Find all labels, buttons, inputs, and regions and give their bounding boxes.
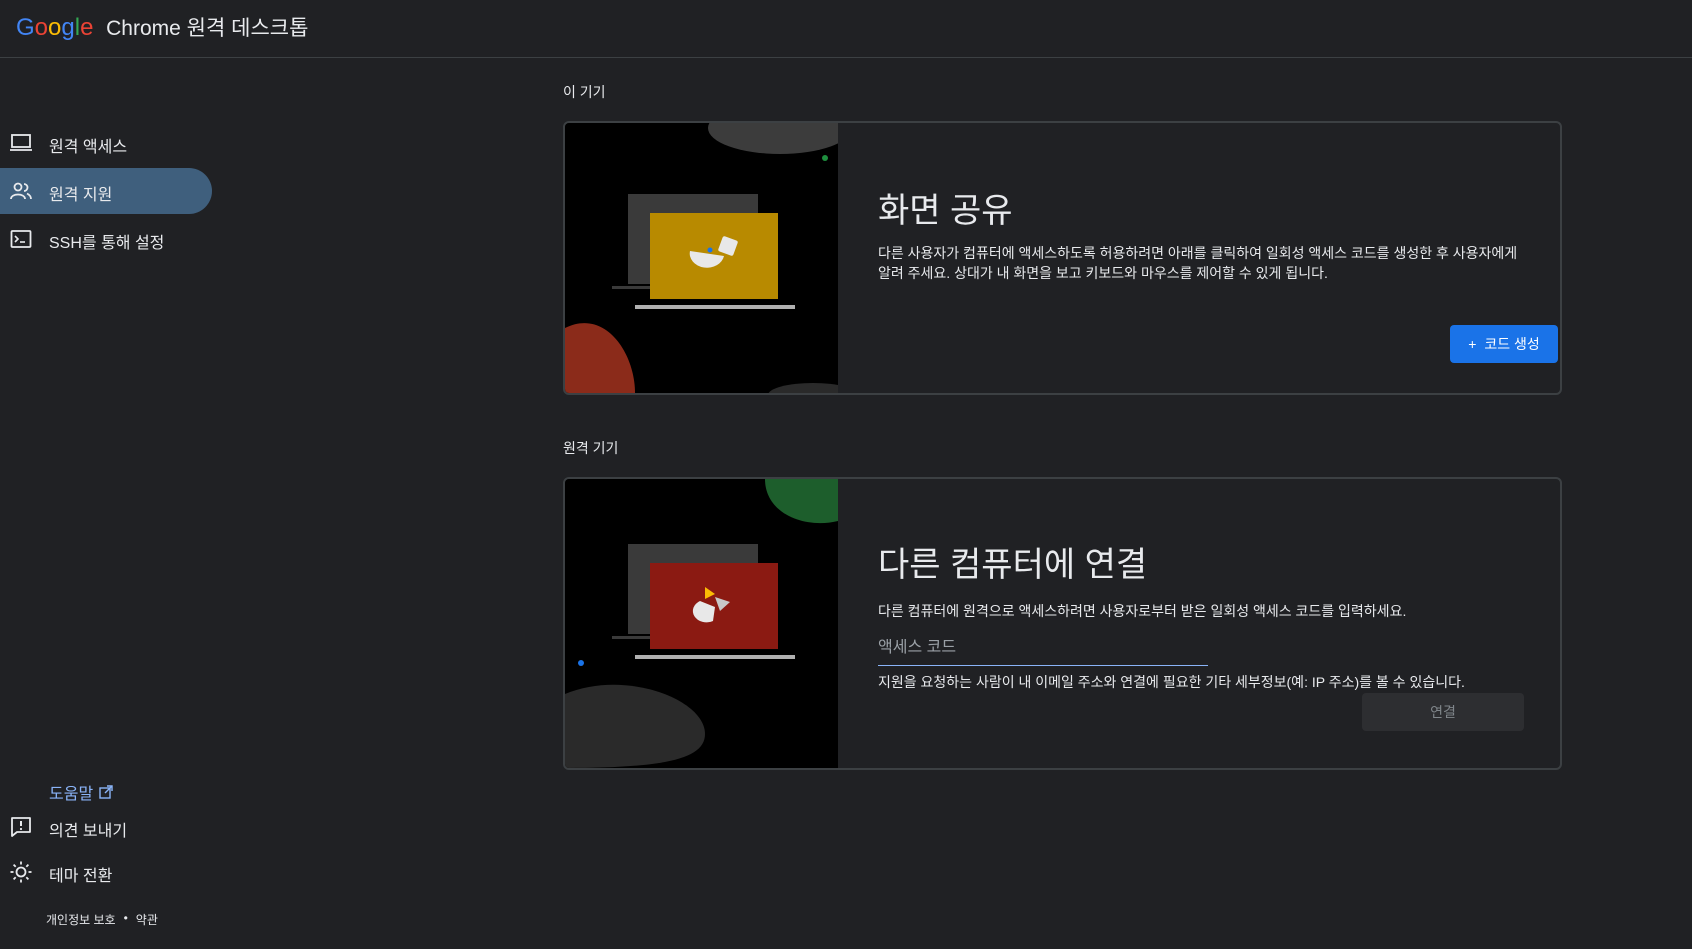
logo-letter: g (61, 14, 75, 41)
sidebar-item-ssh-setup[interactable]: SSH를 통해 설정 (0, 216, 212, 262)
sidebar-item-label: 원격 지원 (49, 187, 113, 204)
share-description: 다른 사용자가 컴퓨터에 액세스하도록 허용하려면 아래를 클릭하여 일회성 액… (878, 245, 1518, 281)
open-in-new-icon (99, 785, 113, 799)
logo-letter: e (80, 14, 94, 41)
app-header: Google Chrome 원격 데스크톱 (0, 0, 1692, 58)
logo-letter: G (16, 14, 35, 41)
help-label: 도움말 (49, 786, 94, 803)
privacy-link[interactable]: 개인정보 보호 (46, 911, 116, 928)
connect-heading: 다른 컴퓨터에 연결 (878, 546, 1148, 584)
logo-letter: o (48, 14, 62, 41)
footer-links: 개인정보 보호 • 약관 (46, 911, 158, 928)
product-name: Chrome 원격 데스크톱 (106, 17, 309, 40)
help-link[interactable]: 도움말 (49, 780, 113, 804)
connect-description: 다른 컴퓨터에 원격으로 액세스하려면 사용자로부터 받은 일회성 액세스 코드… (878, 603, 1407, 619)
theme-toggle-button[interactable]: 테마 전환 (0, 857, 220, 887)
footer-separator: • (123, 911, 128, 925)
theme-label: 테마 전환 (49, 868, 113, 885)
plus-icon: + (1468, 336, 1477, 352)
send-feedback-button[interactable]: 의견 보내기 (0, 812, 220, 842)
feedback-icon (11, 817, 31, 837)
generate-code-button[interactable]: + 코드 생성 (1450, 325, 1558, 363)
connect-hint: 지원을 요청하는 사람이 내 이메일 주소와 연결에 필요한 기타 세부정보(예… (878, 674, 1465, 690)
laptop-icon (10, 134, 32, 151)
connect-button-label: 연결 (1430, 704, 1456, 720)
logo-letter: o (34, 14, 49, 41)
terminal-icon (10, 230, 32, 248)
connect-button[interactable]: 연결 (1362, 693, 1524, 731)
sidebar-item-remote-support[interactable]: 원격 지원 (0, 168, 212, 214)
feedback-label: 의견 보내기 (49, 823, 128, 840)
connect-screen-illustration (565, 479, 838, 768)
access-code-input[interactable] (878, 639, 1208, 657)
share-screen-illustration (565, 123, 838, 393)
connect-card: 다른 컴퓨터에 연결 다른 컴퓨터에 원격으로 액세스하려면 사용자로부터 받은… (563, 477, 1562, 770)
sun-icon (10, 861, 32, 883)
access-code-field[interactable] (878, 633, 1208, 666)
section-title-this-device: 이 기기 (563, 84, 606, 100)
people-icon (10, 182, 32, 200)
share-heading: 화면 공유 (878, 192, 1013, 230)
generate-code-label: 코드 생성 (1484, 336, 1540, 352)
sidebar-item-label: SSH를 통해 설정 (49, 235, 165, 252)
connect-illustration (565, 479, 838, 768)
share-screen-card: 화면 공유 다른 사용자가 컴퓨터에 액세스하도록 허용하려면 아래를 클릭하여… (563, 121, 1562, 395)
share-illustration (565, 123, 838, 393)
sidebar-item-label: 원격 액세스 (49, 139, 128, 156)
terms-link[interactable]: 약관 (136, 911, 158, 928)
section-title-remote-device: 원격 기기 (563, 440, 619, 456)
app-logo: Google Chrome 원격 데스크톱 (16, 12, 308, 42)
sidebar-item-remote-access[interactable]: 원격 액세스 (0, 120, 212, 166)
